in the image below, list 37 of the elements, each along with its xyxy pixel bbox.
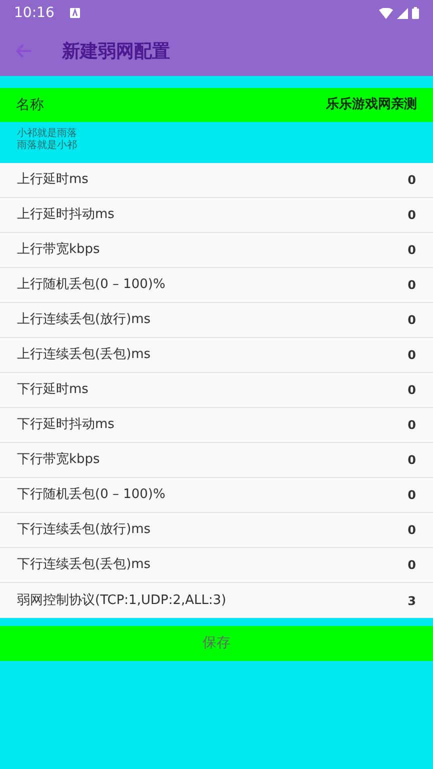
value-input[interactable]: 0 <box>376 276 416 294</box>
field-label: 下行随机丢包(0 – 100)% <box>17 486 166 504</box>
field-label: 下行连续丢包(丢包)ms <box>17 556 151 574</box>
field-label: 上行随机丢包(0 – 100)% <box>17 276 166 294</box>
value-input[interactable]: 0 <box>376 206 416 224</box>
value-input[interactable]: 0 <box>376 451 416 469</box>
save-button[interactable]: 保存 <box>0 626 433 661</box>
value-input[interactable]: 0 <box>376 346 416 364</box>
value-input[interactable]: 0 <box>376 416 416 434</box>
status-time: 10:16 <box>14 4 54 22</box>
value-input[interactable]: 0 <box>376 241 416 259</box>
field-label: 上行延时抖动ms <box>17 206 114 224</box>
value-input[interactable]: 0 <box>376 521 416 539</box>
value-input[interactable]: 0 <box>376 381 416 399</box>
note-text: 小祁就是雨落 雨落就是小祁 <box>16 126 78 153</box>
field-label: 下行带宽kbps <box>17 451 100 470</box>
field-label: 上行延时ms <box>17 171 88 190</box>
value-input[interactable]: 0 <box>376 311 416 329</box>
name-input[interactable]: 乐乐游戏网亲测 <box>257 95 417 115</box>
field-label: 弱网控制协议(TCP:1,UDP:2,ALL:3) <box>17 592 226 610</box>
value-input[interactable]: 0 <box>376 486 416 504</box>
field-label: 下行延时抖动ms <box>17 416 114 434</box>
field-label: 上行带宽kbps <box>17 241 100 260</box>
notification-icon <box>70 8 80 18</box>
field-label: 名称 <box>16 96 44 114</box>
value-input[interactable]: 0 <box>376 556 416 574</box>
field-label: 下行连续丢包(放行)ms <box>17 521 151 540</box>
field-label: 下行延时ms <box>17 381 88 400</box>
field-label: 上行连续丢包(丢包)ms <box>17 346 151 364</box>
battery-icon <box>412 7 419 19</box>
page-title: 新建弱网配置 <box>62 40 170 64</box>
signal-icon <box>397 8 408 18</box>
value-input[interactable]: 3 <box>376 592 416 610</box>
back-icon[interactable] <box>16 44 32 58</box>
value-input[interactable]: 0 <box>376 171 416 189</box>
wifi-icon <box>379 8 393 18</box>
field-label: 上行连续丢包(放行)ms <box>17 311 151 330</box>
